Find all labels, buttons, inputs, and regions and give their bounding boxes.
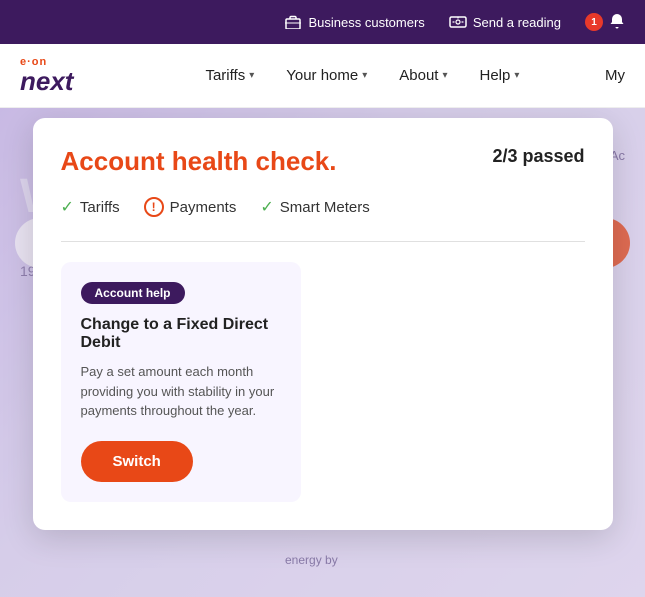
tariffs-label: Tariffs xyxy=(205,67,245,84)
modal-header: Account health check. 2/3 passed xyxy=(61,146,585,177)
page-background: Wo 192 G ‹ Ac t paym payme ment is s aft… xyxy=(0,108,645,597)
nav-tariffs[interactable]: Tariffs ▾ xyxy=(193,59,266,92)
nav-help[interactable]: Help ▾ xyxy=(468,59,532,92)
modal-overlay: Account health check. 2/3 passed ✓ Tarif… xyxy=(0,108,645,597)
top-bar: Business customers Send a reading 1 xyxy=(0,0,645,44)
notifications-button[interactable]: 1 xyxy=(585,13,625,32)
bell-icon xyxy=(609,13,625,32)
business-customers-label: Business customers xyxy=(308,15,424,30)
card-title: Change to a Fixed Direct Debit xyxy=(81,316,281,352)
your-home-label: Your home xyxy=(286,67,358,84)
logo-next: next xyxy=(20,68,73,94)
nav-your-home[interactable]: Your home ▾ xyxy=(274,59,379,92)
my-label: My xyxy=(605,67,625,84)
nav-bar: e·on next Tariffs ▾ Your home ▾ About ▾ … xyxy=(0,44,645,108)
switch-button[interactable]: Switch xyxy=(81,441,193,482)
help-chevron-icon: ▾ xyxy=(514,70,519,81)
check-smart-meters: ✓ Smart Meters xyxy=(260,197,369,217)
nav-items: Tariffs ▾ Your home ▾ About ▾ Help ▾ xyxy=(193,59,605,92)
account-health-modal: Account health check. 2/3 passed ✓ Tarif… xyxy=(33,118,613,530)
tariffs-check-label: Tariffs xyxy=(80,199,120,216)
help-label: Help xyxy=(480,67,511,84)
card-tag: Account help xyxy=(81,282,185,304)
tariffs-chevron-icon: ▾ xyxy=(249,70,254,81)
modal-passed: 2/3 passed xyxy=(492,146,584,167)
meter-icon xyxy=(449,13,467,31)
notification-count: 1 xyxy=(585,13,603,31)
send-reading-label: Send a reading xyxy=(473,15,561,30)
about-label: About xyxy=(399,67,438,84)
modal-title: Account health check. xyxy=(61,146,337,177)
about-chevron-icon: ▾ xyxy=(442,70,447,81)
card-description: Pay a set amount each month providing yo… xyxy=(81,362,281,421)
business-customers-link[interactable]: Business customers xyxy=(284,13,424,31)
briefcase-icon xyxy=(284,13,302,31)
nav-about[interactable]: About ▾ xyxy=(387,59,459,92)
send-reading-link[interactable]: Send a reading xyxy=(449,13,561,31)
your-home-chevron-icon: ▾ xyxy=(362,70,367,81)
suggestion-card: Account help Change to a Fixed Direct De… xyxy=(61,262,301,502)
modal-checks: ✓ Tariffs ! Payments ✓ Smart Meters xyxy=(61,197,585,217)
smart-meters-check-icon: ✓ xyxy=(260,197,273,217)
logo[interactable]: e·on next xyxy=(20,57,73,94)
payments-warn-icon: ! xyxy=(144,197,164,217)
smart-meters-check-label: Smart Meters xyxy=(280,199,370,216)
nav-my-account[interactable]: My xyxy=(605,67,625,84)
check-tariffs: ✓ Tariffs xyxy=(61,197,120,217)
tariffs-check-icon: ✓ xyxy=(61,197,74,217)
modal-divider xyxy=(61,241,585,242)
check-payments: ! Payments xyxy=(144,197,237,217)
payments-check-label: Payments xyxy=(170,199,237,216)
